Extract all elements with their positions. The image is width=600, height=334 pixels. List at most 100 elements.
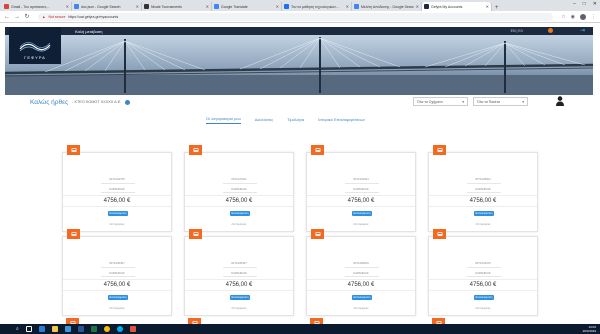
task-view-icon[interactable] xyxy=(25,326,32,332)
divider xyxy=(101,192,135,193)
explorer-icon[interactable] xyxy=(51,326,58,332)
details-link[interactable]: Λεπτομέρειες xyxy=(307,223,415,226)
package-filter-select[interactable]: Όλα τα Πακέτα ▾ xyxy=(473,97,528,106)
photos-icon[interactable] xyxy=(129,326,136,332)
recharge-button[interactable]: Επαναφόρτιση xyxy=(352,211,372,216)
recharge-button[interactable]: Επαναφόρτιση xyxy=(230,211,250,216)
vehicle-filter-select[interactable]: Όλα τα Οχήματα ▾ xyxy=(413,97,468,106)
search-icon[interactable]: ⌕ xyxy=(16,326,19,332)
account-holder: ΚΑΡΑΝΙΚΑΣ xyxy=(231,187,247,191)
extension-icon[interactable]: ◉ xyxy=(571,14,575,20)
details-link[interactable]: Λεπτομέρειες xyxy=(63,223,171,226)
tab-passages[interactable]: Διελεύσεις xyxy=(255,117,273,124)
recharge-button[interactable]: Επαναφόρτιση xyxy=(108,295,128,300)
recharge-button[interactable]: Επαναφόρτιση xyxy=(230,295,250,300)
reload-icon[interactable]: ↻ xyxy=(24,13,30,20)
account-card[interactable]: 0071231070 ΚΑΡΑΝΙΚΑΣ 4756,00 € Επαναφόρτ… xyxy=(428,229,538,316)
language-switcher[interactable]: EN | ΕΛ xyxy=(511,29,523,33)
skype-icon[interactable] xyxy=(116,326,123,332)
tab-title: Gefyra My Accounts xyxy=(431,4,463,9)
browser-tab-active[interactable]: Gefyra My Accounts ✕ xyxy=(422,2,492,11)
divider xyxy=(345,192,379,193)
maximize-button[interactable]: □ xyxy=(583,1,586,7)
close-icon[interactable]: ✕ xyxy=(66,4,69,9)
account-number: 0071234475 xyxy=(109,177,125,181)
package-filter-value: Όλα τα Πακέτα xyxy=(477,99,500,104)
forward-icon[interactable]: → xyxy=(14,14,20,20)
browser-tab[interactable]: Nivale Tournaments ✕ xyxy=(142,2,212,11)
welcome-text: Καλώς ήρθες xyxy=(30,98,69,106)
tab-recharge-history[interactable]: Ιστορικό Επαναφορτίσεων xyxy=(318,117,365,124)
account-card[interactable]: 0071236307 ΚΑΡΑΝΙΚΑΣ 4756,00 € Επαναφόρτ… xyxy=(62,229,172,316)
browser-tab[interactable]: Google Translate ✕ xyxy=(212,2,282,11)
chrome-icon[interactable] xyxy=(103,326,110,332)
tab-my-accounts[interactable]: Οι λογαριασμοί μου xyxy=(206,116,241,124)
windows-taskbar: ⌕ 13:02 26/3/2019 xyxy=(0,324,600,334)
back-icon[interactable]: ← xyxy=(4,14,10,20)
bus-icon xyxy=(193,147,198,152)
details-link[interactable]: Λεπτομέρειες xyxy=(429,307,537,310)
details-link[interactable]: Λεπτομέρειες xyxy=(429,223,537,226)
close-icon[interactable]: ✕ xyxy=(346,4,349,9)
user-icon[interactable] xyxy=(556,96,564,106)
bus-icon xyxy=(437,231,442,236)
divider xyxy=(223,192,257,193)
recharge-button[interactable]: Επαναφόρτιση xyxy=(474,211,494,216)
account-card[interactable]: 0071237011 ΚΑΡΑΝΙΚΑΣ 4756,00 € Επαναφόρτ… xyxy=(184,145,294,232)
menu-icon[interactable]: ⋮ xyxy=(591,14,596,20)
divider xyxy=(223,267,257,268)
excel-icon[interactable] xyxy=(90,326,97,332)
vehicle-tag xyxy=(433,145,446,155)
edge-icon[interactable] xyxy=(38,326,45,332)
browser-tab[interactable]: doc.json - Google Search ✕ xyxy=(72,2,142,11)
recharge-button[interactable]: Επαναφόρτιση xyxy=(108,211,128,216)
details-link[interactable]: Λεπτομέρειες xyxy=(63,307,171,310)
divider xyxy=(101,183,135,184)
close-icon[interactable]: ✕ xyxy=(416,4,419,9)
store-icon[interactable] xyxy=(64,326,71,332)
browser-tab[interactable]: Gmail - Του αγαπαοτες... ✕ xyxy=(2,2,72,11)
balance-amount: 4756,00 € xyxy=(185,195,293,207)
windows-start-icon[interactable] xyxy=(3,326,9,332)
star-icon[interactable]: ☆ xyxy=(561,14,565,20)
bus-icon xyxy=(437,147,442,152)
browser-tab-bar: Gmail - Του αγαπαοτες... ✕ doc.json - Go… xyxy=(0,0,600,11)
details-link[interactable]: Λεπτομέρειες xyxy=(185,223,293,226)
account-card[interactable]: 0071236810 ΚΑΡΑΝΙΚΑΣ 4756,00 € Επαναφόρτ… xyxy=(306,229,416,316)
brand-logo[interactable]: ΓΕΦΥΡΑ xyxy=(9,27,61,64)
vehicle-tag xyxy=(67,145,80,155)
details-link[interactable]: Λεπτομέρειες xyxy=(185,307,293,310)
close-icon[interactable]: ✕ xyxy=(276,4,279,9)
browser-tab[interactable]: Μελέτη Απόδοσης - Google Search ✕ xyxy=(352,2,422,11)
minimize-button[interactable]: – xyxy=(573,1,576,7)
close-icon[interactable]: ✕ xyxy=(206,4,209,9)
account-card[interactable]: 0071234475 ΚΑΡΑΝΙΚΑΣ 4756,00 € Επαναφόρτ… xyxy=(62,145,172,232)
word-icon[interactable] xyxy=(77,326,84,332)
recharge-button[interactable]: Επαναφόρτιση xyxy=(474,295,494,300)
site-header: ΓΕΦΥΡΑ Καλή μετάβαση EN | ΕΛ ⇥ xyxy=(5,27,593,95)
close-icon[interactable]: ✕ xyxy=(136,4,139,9)
tab-invoices[interactable]: Τιμολόγια xyxy=(287,117,304,124)
divider xyxy=(223,183,257,184)
recharge-button[interactable]: Επαναφόρτιση xyxy=(352,295,372,300)
info-icon[interactable] xyxy=(125,99,131,105)
tab-title: doc.json - Google Search xyxy=(81,4,121,9)
account-card[interactable]: 0071235601 ΚΑΡΑΝΙΚΑΣ 4756,00 € Επαναφόρτ… xyxy=(428,145,538,232)
bridge-banner-image xyxy=(5,35,593,95)
tab-favicon-icon xyxy=(424,4,429,9)
account-card[interactable]: 0071235437 ΚΑΡΑΝΙΚΑΣ 4756,00 € Επαναφόρτ… xyxy=(184,229,294,316)
close-icon[interactable]: ✕ xyxy=(486,4,489,9)
profile-icon[interactable] xyxy=(580,13,586,20)
account-number: 0071234261 xyxy=(353,177,369,181)
close-window-button[interactable]: ✕ xyxy=(593,1,597,7)
browser-tab[interactable]: Τον σε μάθηση τεχνολογικών... ✕ xyxy=(282,2,352,11)
bus-icon xyxy=(315,147,320,152)
url-input[interactable]: ▲ Not secure https://uat.gefyra.gr/myacc… xyxy=(38,12,554,21)
account-card[interactable]: 0071234261 ΚΑΡΑΝΙΚΑΣ 4756,00 € Επαναφόρτ… xyxy=(306,145,416,232)
logout-icon[interactable]: ⇥ xyxy=(580,27,585,34)
vehicle-tag xyxy=(311,229,324,239)
details-link[interactable]: Λεπτομέρειες xyxy=(307,307,415,310)
notification-icon[interactable] xyxy=(548,28,553,33)
window-controls: – □ ✕ xyxy=(573,1,597,7)
system-tray[interactable]: 13:02 26/3/2019 xyxy=(583,325,596,333)
